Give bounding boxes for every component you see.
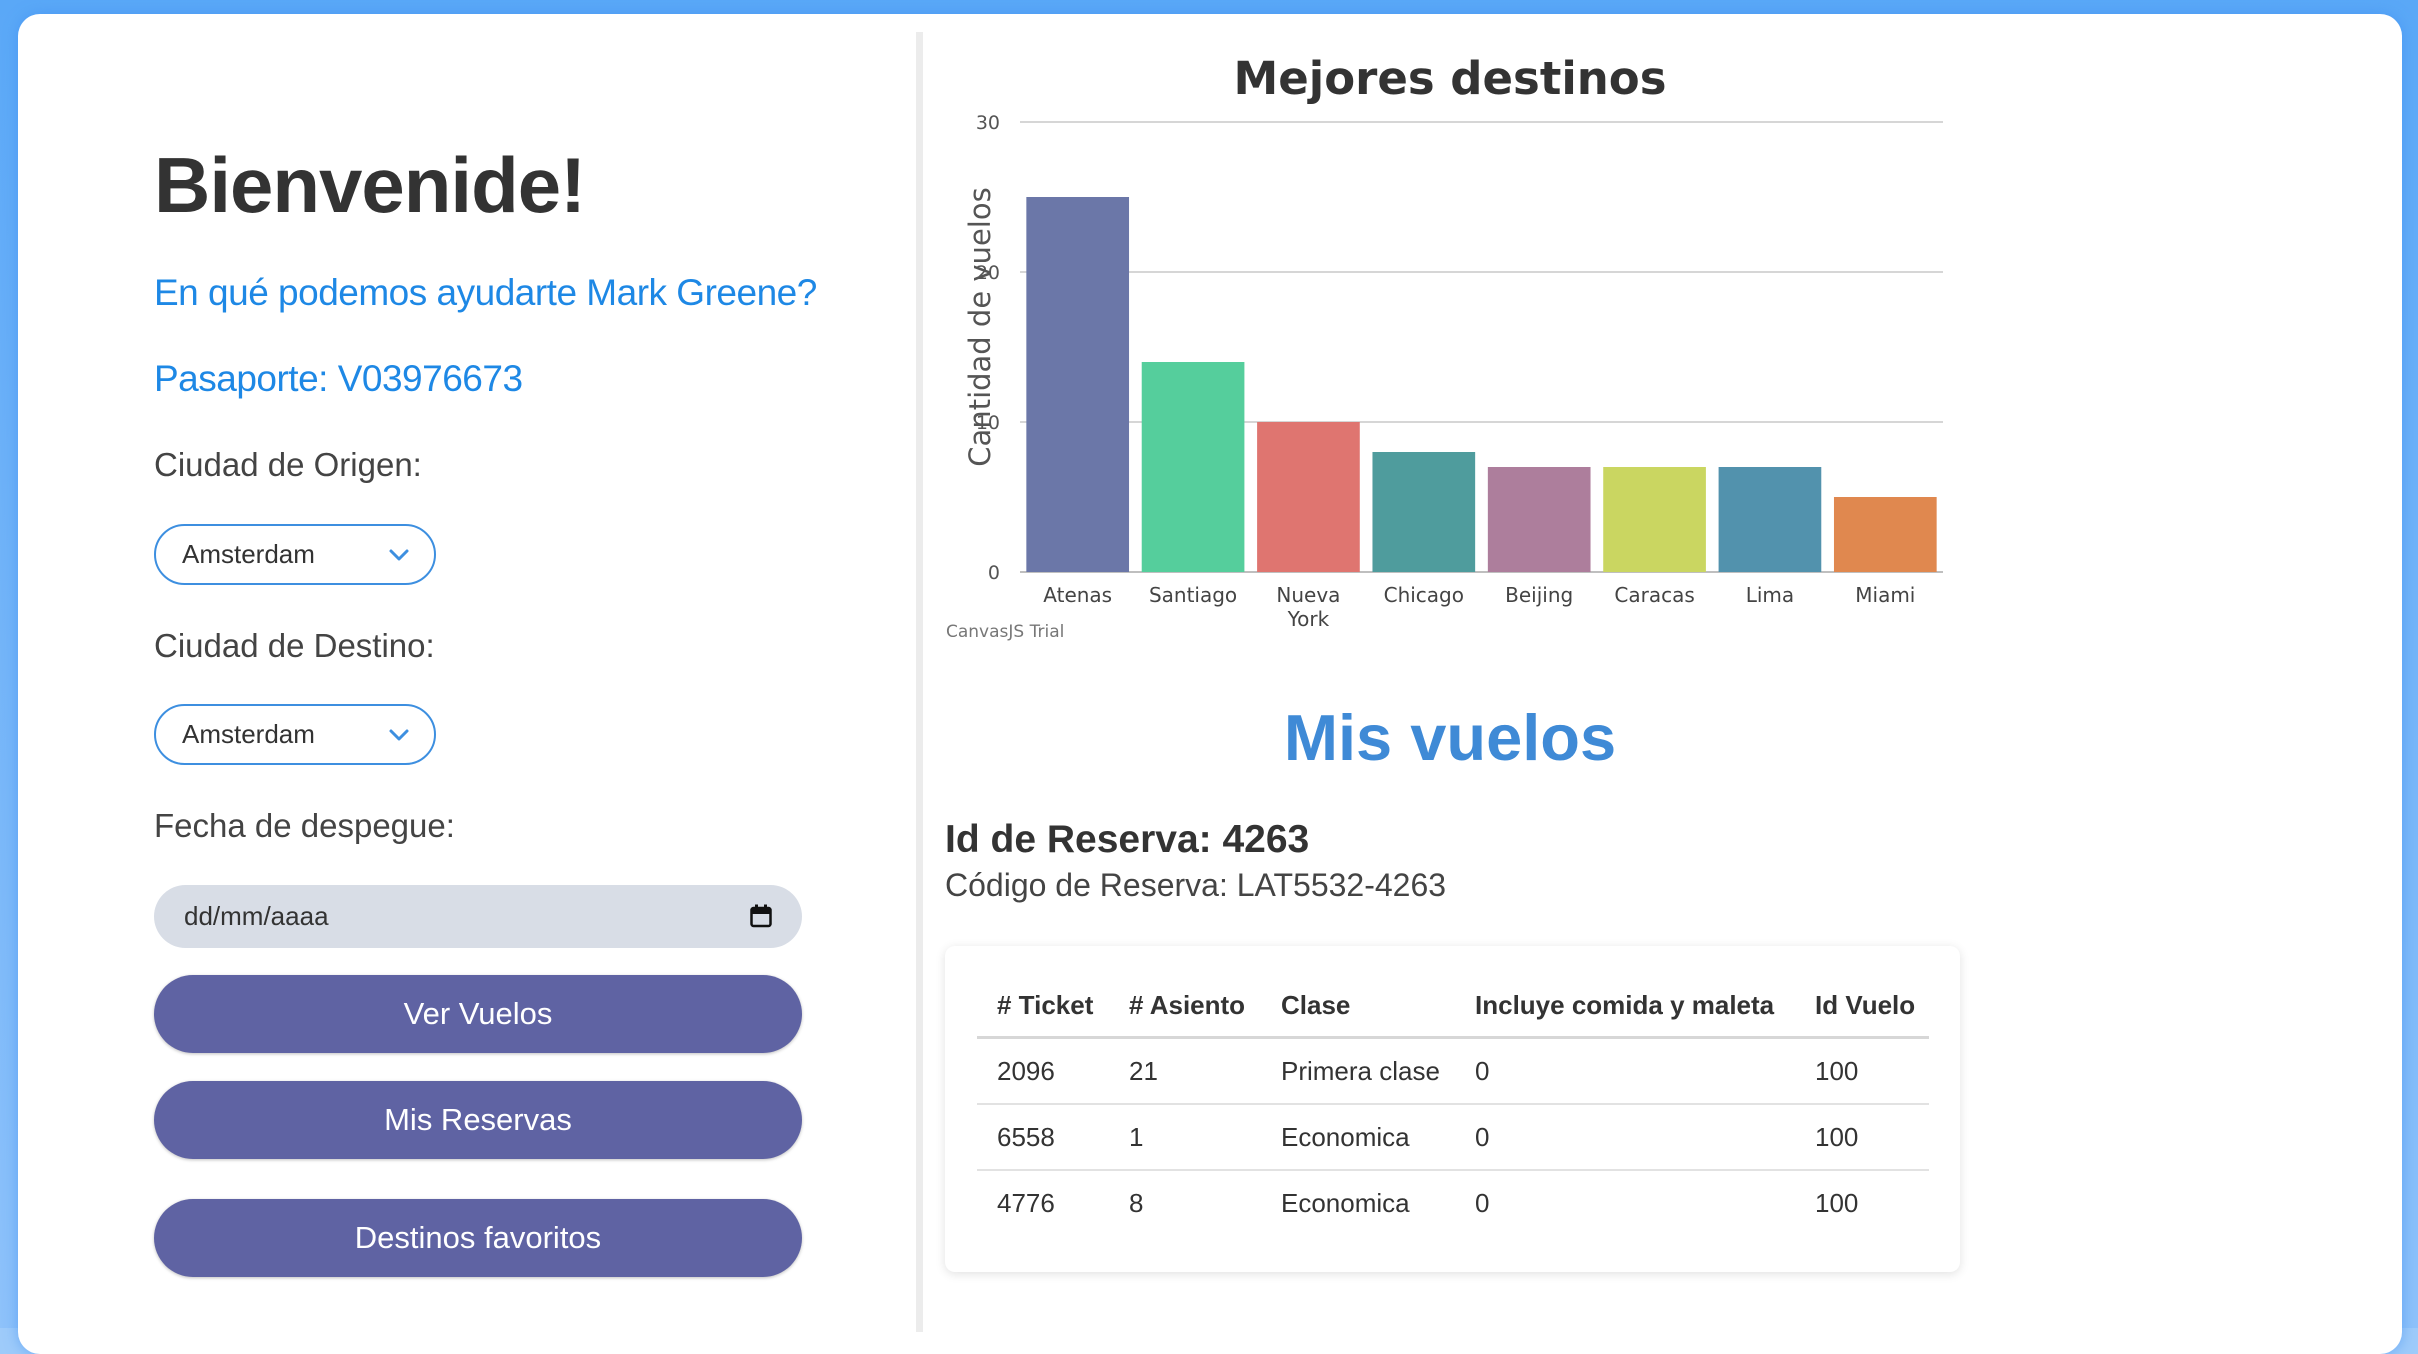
y-tick-label: 30 [976,112,1000,134]
cell-seat: 21 [1109,1037,1261,1105]
cell-class: Economica [1261,1104,1455,1171]
origin-select[interactable]: Amsterdam [154,524,436,585]
bar-santiago [1141,362,1245,572]
view-flights-button[interactable]: Ver Vuelos [154,975,802,1053]
x-tick-label: Caracas [1614,583,1694,607]
destination-select-value: Amsterdam [182,719,315,749]
x-tick-label: Lima [1746,583,1794,607]
col-seat: # Asiento [1109,974,1261,1039]
departure-date-input[interactable]: dd/mm/aaaa [154,885,802,948]
destination-select[interactable]: Amsterdam [154,704,436,765]
x-tick-label: Santiago [1149,583,1237,607]
top-destinations-chart: Mejores destinos Cantidad de vuelos 0 10 2… [940,40,1980,660]
cell-flight-id: 100 [1795,1104,1929,1171]
table-header-row: # Ticket # Asiento Clase Incluye comida … [977,974,1929,1039]
greeting-text: En qué podemos ayudarte Mark Greene? [154,272,817,313]
bar-lima [1718,467,1822,572]
favorite-destinations-button[interactable]: Destinos favoritos [154,1199,802,1277]
x-tick-label: Miami [1855,583,1915,607]
cell-seat: 1 [1109,1104,1261,1171]
y-tick-label: 0 [988,562,1000,584]
cell-class: Economica [1281,1187,1410,1218]
flights-table-card: # Ticket # Asiento Clase Incluye comida … [945,946,1960,1272]
bar-atenas [1026,197,1130,572]
cell-meal-luggage: 0 [1455,1037,1795,1105]
x-tick-label: Chicago [1384,583,1464,607]
chart-watermark: CanvasJS Trial [946,622,1065,642]
origin-select-value: Amsterdam [182,539,315,569]
column-divider [916,32,923,1332]
y-tick-label: 20 [976,262,1000,284]
chevron-down-icon [389,549,409,561]
chart-plot: 0 10 20 30 Atenas Santiago Nueva York Chicago Bei… [976,112,1943,631]
cell-ticket: 4776 [997,1187,1055,1218]
table-row: 4776 8 Economica 0 100 [977,1170,1929,1235]
cell-ticket: 2096 [977,1037,1109,1105]
cell-meal-luggage: 0 [1455,1104,1795,1171]
cell-seat: 8 [1129,1187,1144,1218]
table-row: 2096 21 Primera clase 0 100 [977,1037,1929,1105]
passport-text: Pasaporte: V03976673 [154,358,523,399]
cell-meal-luggage: 0 [1475,1187,1490,1218]
col-class: Clase [1261,974,1455,1039]
destination-label: Ciudad de Destino: [154,627,435,664]
origin-label: Ciudad de Origen: [154,446,422,483]
x-tick-label: Beijing [1505,583,1573,607]
col-meal-luggage: Incluye comida y maleta [1455,974,1795,1039]
my-bookings-button[interactable]: Mis Reservas [154,1081,802,1159]
x-tick-label: Nueva York [1276,583,1340,631]
col-ticket: # Ticket [977,974,1109,1039]
bar-miami [1833,497,1937,572]
reservation-code: Código de Reserva: LAT5532-4263 [945,867,1447,903]
cell-flight-id: 100 [1795,1037,1929,1105]
date-placeholder: dd/mm/aaaa [184,901,329,931]
table-row: 6558 1 Economica 0 100 [977,1104,1929,1171]
welcome-title: Bienvenide! [154,141,586,229]
date-label: Fecha de despegue: [154,807,455,844]
y-tick-label: 10 [976,412,1000,434]
bar-chicago [1372,452,1476,572]
calendar-icon[interactable] [750,904,772,928]
x-tick-label: Atenas [1043,583,1112,607]
bar-beijing [1487,467,1591,572]
flights-table: # Ticket # Asiento Clase Incluye comida … [977,974,1929,1235]
cell-flight-id: 100 [1815,1187,1859,1218]
cell-ticket: 6558 [977,1104,1109,1171]
cell-class: Primera clase [1261,1037,1455,1105]
bar-caracas [1603,467,1706,572]
my-flights-title: Mis vuelos [1283,701,1617,774]
bar-nueva-york [1257,422,1360,572]
chevron-down-icon [389,729,409,741]
col-flight-id: Id Vuelo [1795,974,1929,1039]
reservation-id: Id de Reserva: 4263 [945,818,1310,861]
